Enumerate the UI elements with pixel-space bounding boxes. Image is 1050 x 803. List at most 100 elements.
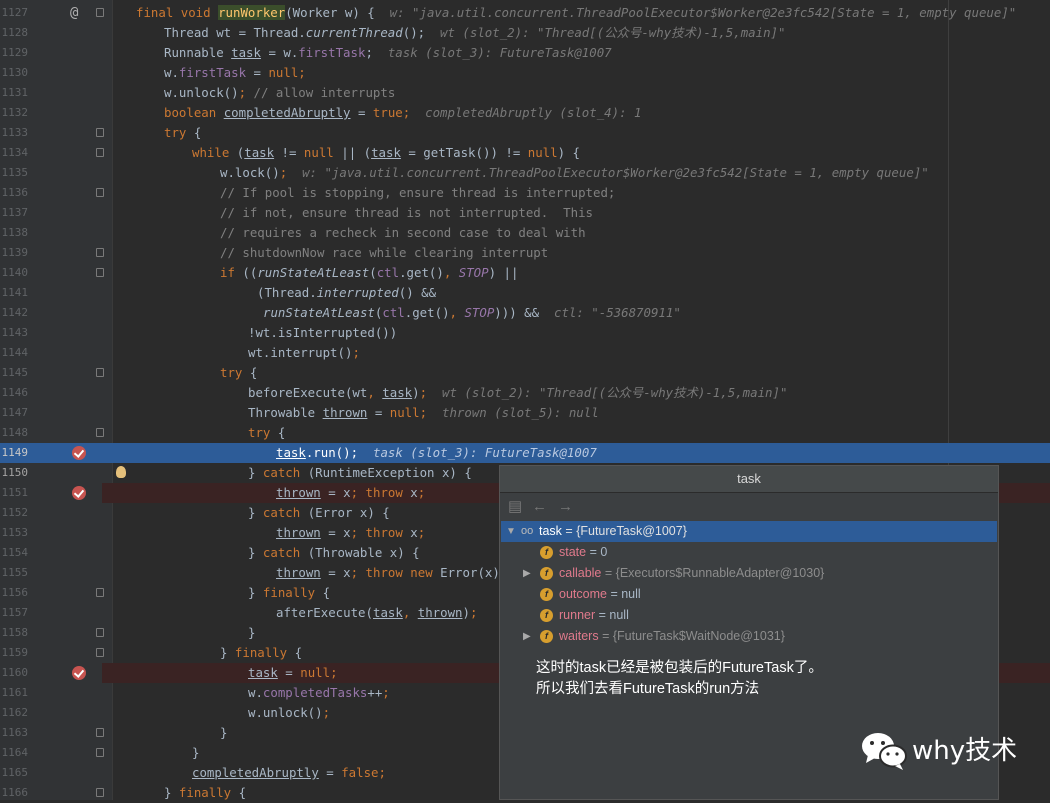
fold-marker-icon[interactable] xyxy=(96,788,104,797)
inline-debug-value: task (slot_3): FutureTask@1007 xyxy=(387,45,612,60)
code-line[interactable]: 1141 (Thread.interrupted() && xyxy=(0,283,1050,303)
code-text: } finally { xyxy=(248,585,331,600)
breakpoint-icon[interactable] xyxy=(72,486,86,500)
fold-marker-icon[interactable] xyxy=(96,268,104,277)
fold-marker-icon[interactable] xyxy=(96,368,104,377)
code-line[interactable]: 1144 wt.interrupt(); xyxy=(0,343,1050,363)
code-line[interactable]: 1134 while (task != null || (task = getT… xyxy=(0,143,1050,163)
fold-marker-icon[interactable] xyxy=(96,188,104,197)
fold-marker-icon[interactable] xyxy=(96,748,104,757)
tree-row-outcome[interactable]: f outcome = null xyxy=(501,584,997,605)
line-number: 1130 xyxy=(1,66,29,79)
line-number: 1142 xyxy=(1,306,29,319)
code-line[interactable]: 1131 w.unlock(); // allow interrupts xyxy=(0,83,1050,103)
code-line[interactable]: 1140 if ((runStateAtLeast(ctl.get(), STO… xyxy=(0,263,1050,283)
inline-debug-value: thrown (slot_5): null xyxy=(442,405,599,420)
variable-value: = {FutureTask$WaitNode@1031} xyxy=(602,629,785,643)
code-text: } finally { xyxy=(164,785,247,800)
line-number: 1161 xyxy=(1,686,29,699)
code-text: task.run(); task (slot_3): FutureTask@10… xyxy=(276,445,597,460)
breakpoint-icon[interactable] xyxy=(72,446,86,460)
code-line[interactable]: 1128 Thread wt = Thread.currentThread();… xyxy=(0,23,1050,43)
back-arrow-icon[interactable]: ← xyxy=(532,497,547,517)
line-number: 1144 xyxy=(1,346,29,359)
code-text: wt.interrupt(); xyxy=(248,345,360,360)
code-line[interactable]: 1129 Runnable task = w.firstTask; task (… xyxy=(0,43,1050,63)
code-line[interactable]: 1133 try { xyxy=(0,123,1050,143)
code-line[interactable]: 1142 runStateAtLeast(ctl.get(), STOP))) … xyxy=(0,303,1050,323)
line-number: 1158 xyxy=(1,626,29,639)
forward-arrow-icon[interactable]: → xyxy=(558,497,573,517)
line-number: 1153 xyxy=(1,526,29,539)
add-to-watches-icon[interactable]: ▤ xyxy=(508,497,522,517)
field-icon: f xyxy=(540,546,553,559)
annotation-line-2: 所以我们去看FutureTask的run方法 xyxy=(536,681,760,697)
code-line[interactable]: 1143 !wt.isInterrupted()) xyxy=(0,323,1050,343)
lightbulb-icon[interactable] xyxy=(116,466,126,478)
code-text: } xyxy=(248,625,256,640)
fold-marker-icon[interactable] xyxy=(96,628,104,637)
variable-value: = 0 xyxy=(589,545,608,559)
code-line[interactable]: 1127 @ final void runWorker(Worker w) { … xyxy=(0,3,1050,23)
code-line[interactable]: 1147 Throwable thrown = null; thrown (sl… xyxy=(0,403,1050,423)
fold-marker-icon[interactable] xyxy=(96,428,104,437)
line-number: 1146 xyxy=(1,386,29,399)
fold-marker-icon[interactable] xyxy=(96,728,104,737)
code-line[interactable]: 1139 // shutdownNow race while clearing … xyxy=(0,243,1050,263)
code-text: w.unlock(); // allow interrupts xyxy=(164,85,396,100)
code-line[interactable]: 1132 boolean completedAbruptly = true; c… xyxy=(0,103,1050,123)
current-execution-line[interactable]: 1149 task.run(); task (slot_3): FutureTa… xyxy=(0,443,1050,463)
fold-marker-icon[interactable] xyxy=(96,128,104,137)
line-number: 1136 xyxy=(1,186,29,199)
line-number: 1133 xyxy=(1,126,29,139)
tree-row-waiters[interactable]: ▶ f waiters = {FutureTask$WaitNode@1031} xyxy=(501,626,997,647)
tree-row-callable[interactable]: ▶ f callable = {Executors$RunnableAdapte… xyxy=(501,563,997,584)
line-number: 1137 xyxy=(1,206,29,219)
tree-row-task[interactable]: ▼ oo task = {FutureTask@1007} xyxy=(501,521,997,542)
code-text: } catch (Throwable x) { xyxy=(248,545,420,560)
code-line[interactable]: 1137 // if not, ensure thread is not int… xyxy=(0,203,1050,223)
tree-row-state[interactable]: f state = 0 xyxy=(501,542,997,563)
fold-marker-icon[interactable] xyxy=(96,248,104,257)
code-text: thrown = x; throw new Error(x); xyxy=(276,565,507,580)
fold-marker-icon[interactable] xyxy=(96,148,104,157)
line-number: 1127 xyxy=(1,6,29,19)
fold-marker-icon[interactable] xyxy=(96,588,104,597)
code-text: } catch (RuntimeException x) { xyxy=(248,465,472,480)
code-line[interactable]: 1146 beforeExecute(wt, task); wt (slot_2… xyxy=(0,383,1050,403)
code-text: final void runWorker(Worker w) { w: "jav… xyxy=(136,5,1017,20)
code-line[interactable]: 1148 try { xyxy=(0,423,1050,443)
line-number: 1166 xyxy=(1,786,29,799)
fold-marker-icon[interactable] xyxy=(96,8,104,17)
wechat-logo-icon xyxy=(862,733,907,770)
code-text: } finally { xyxy=(220,645,303,660)
code-line[interactable]: 1136 // If pool is stopping, ensure thre… xyxy=(0,183,1050,203)
breakpoint-icon[interactable] xyxy=(72,666,86,680)
code-line[interactable]: 1130 w.firstTask = null; xyxy=(0,63,1050,83)
line-number: 1152 xyxy=(1,506,29,519)
code-line[interactable]: 1145 try { xyxy=(0,363,1050,383)
field-icon: f xyxy=(540,630,553,643)
expand-arrow-icon[interactable]: ▶ xyxy=(523,563,531,584)
tree-row-runner[interactable]: f runner = null xyxy=(501,605,997,626)
code-text: w.completedTasks++; xyxy=(248,685,390,700)
line-number: 1138 xyxy=(1,226,29,239)
collapse-arrow-icon[interactable]: ▼ xyxy=(506,521,516,542)
code-comment: // shutdownNow race while clearing inter… xyxy=(220,245,549,260)
line-number: 1159 xyxy=(1,646,29,659)
override-marker-icon[interactable]: @ xyxy=(70,3,78,23)
line-number: 1145 xyxy=(1,366,29,379)
expand-arrow-icon[interactable]: ▶ xyxy=(523,626,531,647)
variable-name: callable xyxy=(559,566,602,580)
code-line[interactable]: 1135 w.lock(); w: "java.util.concurrent.… xyxy=(0,163,1050,183)
code-text: try { xyxy=(248,425,286,440)
line-number: 1139 xyxy=(1,246,29,259)
code-text: Runnable task = w.firstTask; task (slot_… xyxy=(164,45,612,60)
variable-name: waiters xyxy=(559,629,599,643)
line-number: 1163 xyxy=(1,726,29,739)
fold-marker-icon[interactable] xyxy=(96,648,104,657)
code-line[interactable]: 1138 // requires a recheck in second cas… xyxy=(0,223,1050,243)
field-icon: f xyxy=(540,609,553,622)
popup-toolbar: ▤ ← → xyxy=(500,493,998,521)
line-number: 1157 xyxy=(1,606,29,619)
